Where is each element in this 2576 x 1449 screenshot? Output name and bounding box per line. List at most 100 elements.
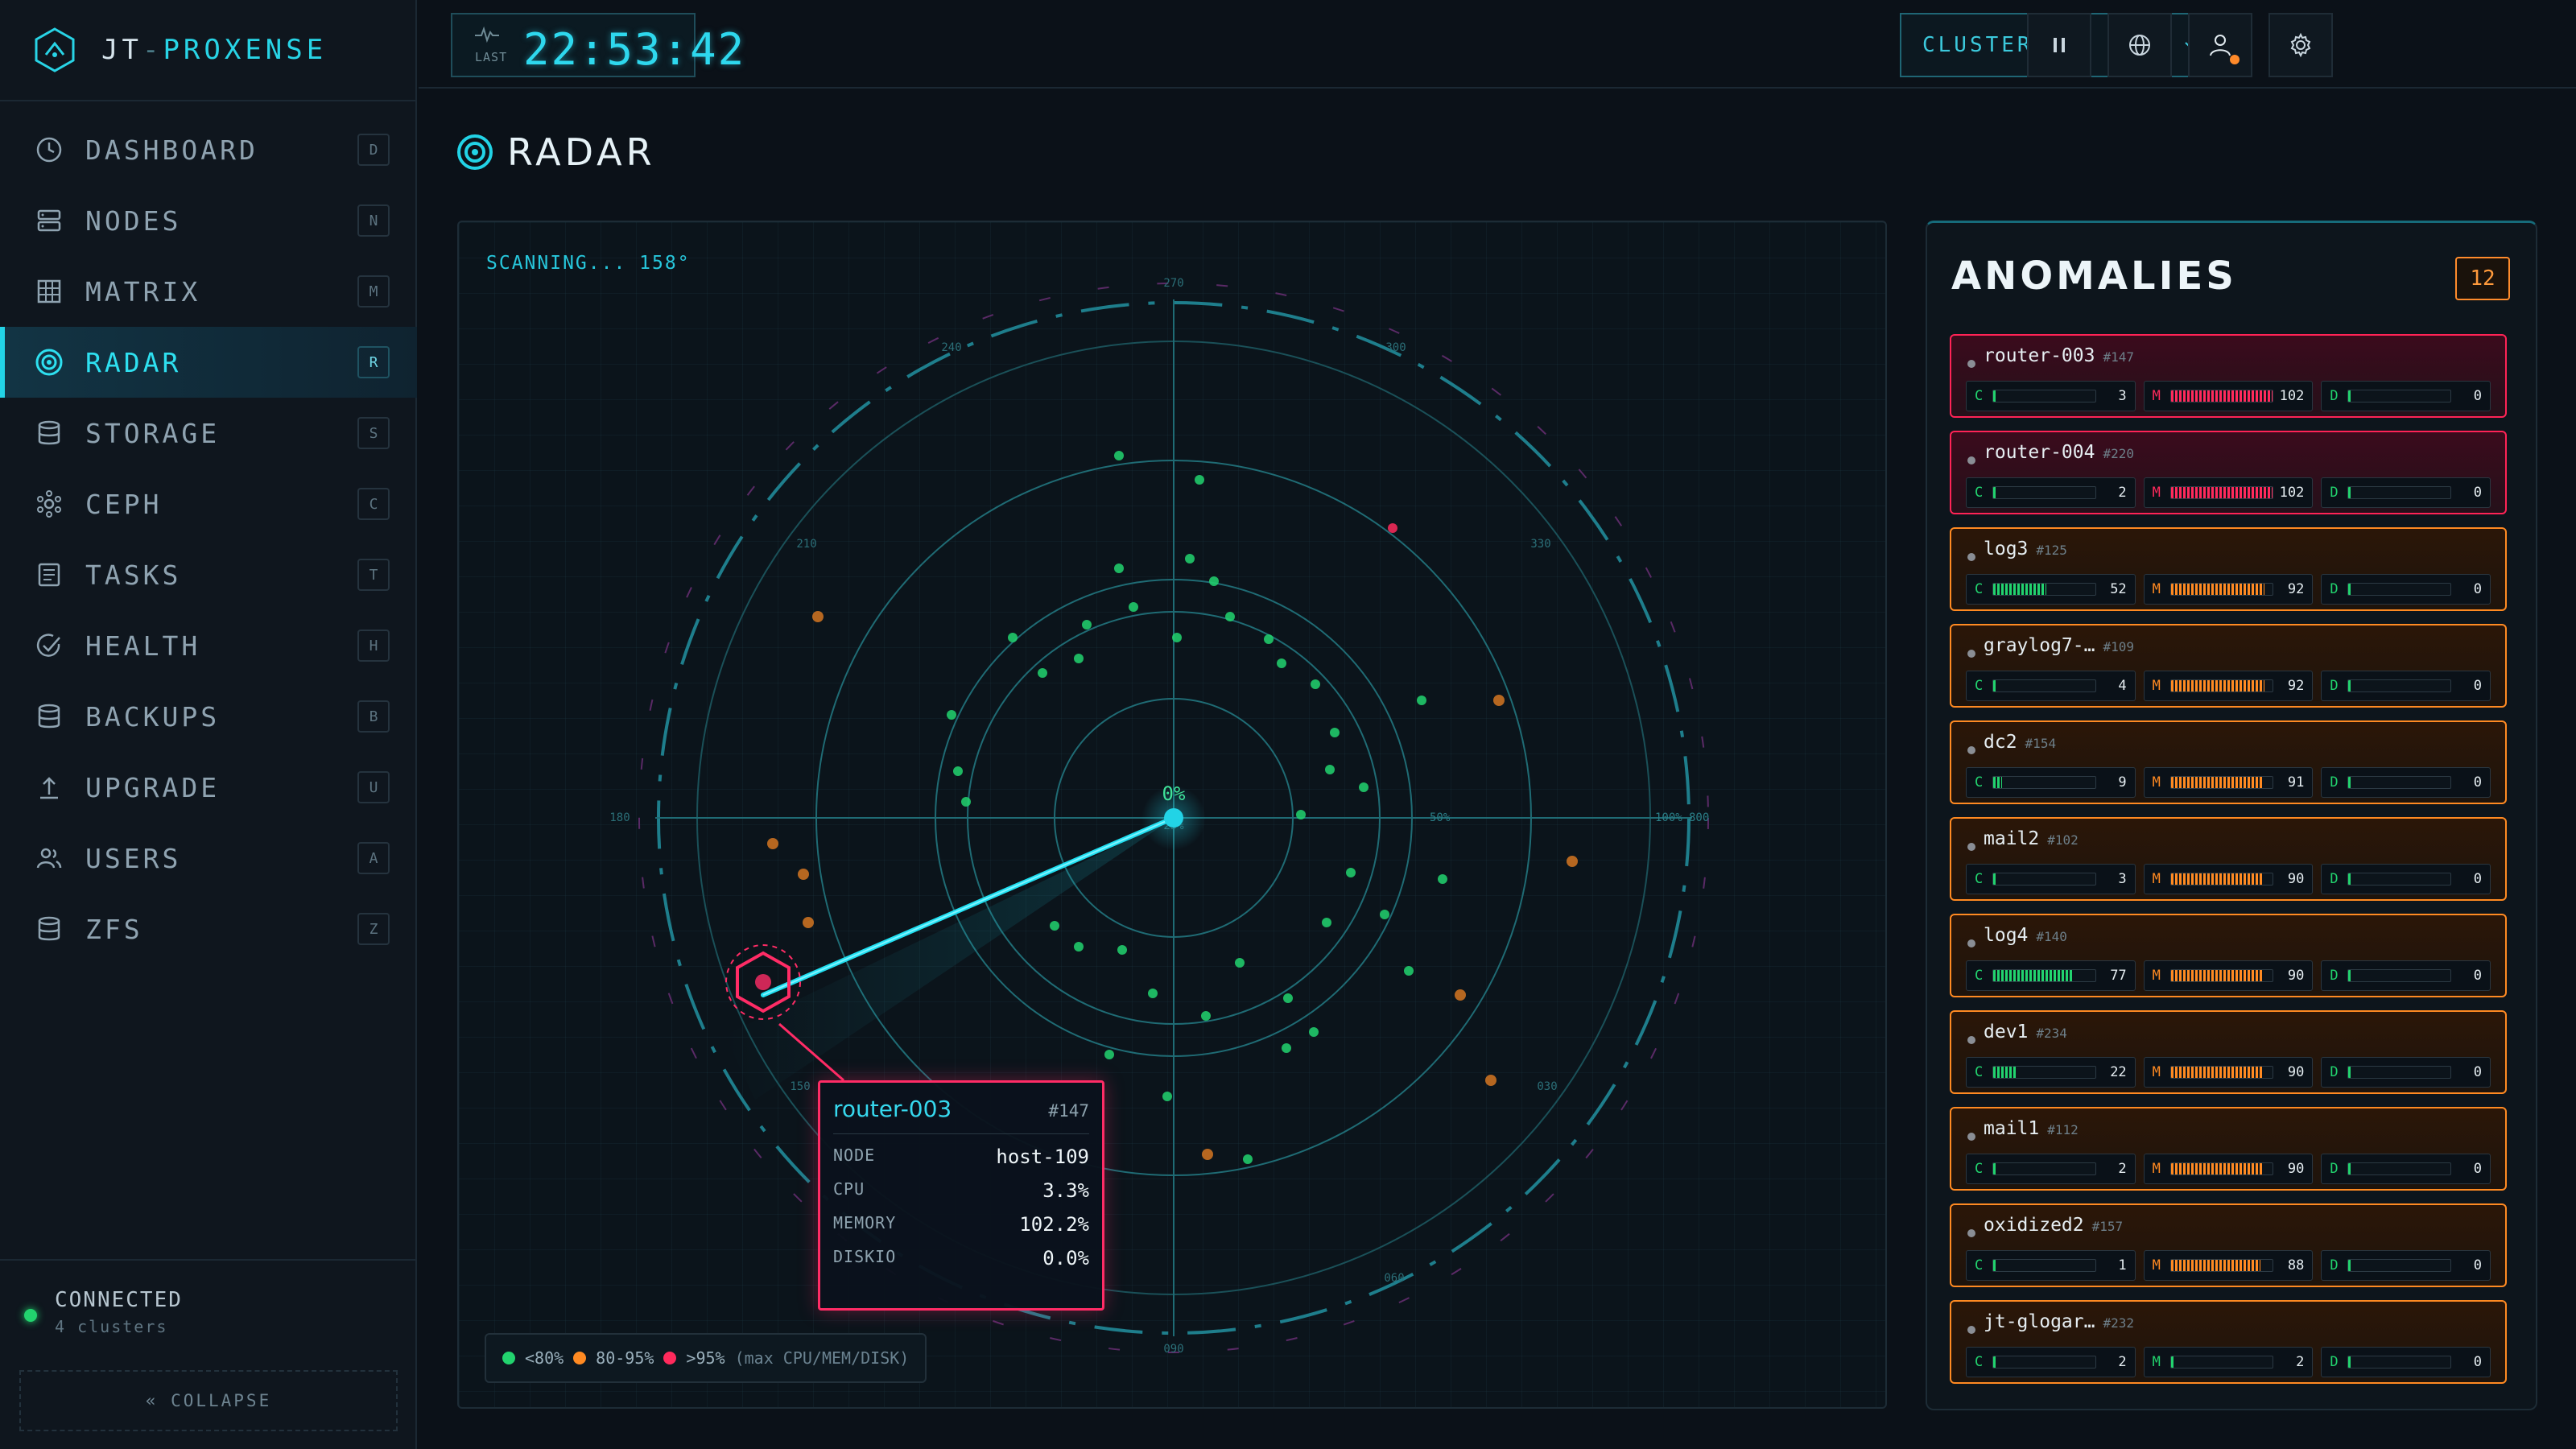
node-blip[interactable] (1277, 658, 1286, 668)
collapse-button[interactable]: « COLLAPSE (19, 1370, 398, 1431)
node-blip[interactable] (1185, 554, 1195, 564)
node-blip[interactable] (1282, 1043, 1291, 1053)
node-blip[interactable] (1380, 910, 1389, 919)
pause-button[interactable] (2027, 13, 2091, 77)
shortcut-key: R (357, 346, 390, 378)
node-blip[interactable] (1235, 958, 1245, 968)
node-blip[interactable] (1264, 634, 1274, 644)
node-blip[interactable] (803, 917, 814, 928)
node-blip[interactable] (1129, 602, 1138, 612)
node-blip[interactable] (812, 611, 824, 622)
angle-label-270: 270 (1163, 277, 1183, 290)
metric-letter: D (2330, 485, 2339, 501)
sidebar-item-health[interactable]: HEALTH H (0, 610, 417, 681)
gear-icon (2290, 32, 2311, 58)
database-icon (32, 416, 66, 450)
sidebar-item-label: NODES (85, 204, 182, 237)
anomaly-card[interactable]: graylog7-… #109 C 4 M 92 D 0 (1950, 624, 2507, 708)
anomaly-name: router-004 (1984, 442, 2095, 463)
sidebar-item-backups[interactable]: BACKUPS B (0, 681, 417, 752)
shortcut-key: N (357, 204, 390, 237)
node-blip[interactable] (1162, 1092, 1172, 1101)
node-blip[interactable] (1388, 523, 1397, 533)
node-blip[interactable] (1050, 921, 1059, 931)
metric-track (1992, 1066, 2096, 1079)
metric-value: 90 (2287, 1064, 2305, 1080)
node-blip[interactable] (1455, 989, 1466, 1001)
sidebar-item-matrix[interactable]: MATRIX M (0, 256, 417, 327)
node-blip[interactable] (1417, 696, 1426, 705)
node-blip[interactable] (1438, 874, 1447, 884)
node-blip[interactable] (1195, 475, 1204, 485)
user-button[interactable] (2188, 13, 2252, 77)
metric-fill (1993, 1067, 2016, 1078)
sidebar-item-users[interactable]: USERS A (0, 823, 417, 894)
node-blip[interactable] (1172, 633, 1182, 642)
angle-label-210: 210 (796, 538, 816, 551)
node-blip[interactable] (1148, 989, 1158, 998)
node-blip[interactable] (1114, 564, 1124, 573)
node-blip[interactable] (1038, 668, 1047, 678)
sidebar-item-tasks[interactable]: TASKS T (0, 539, 417, 610)
metric-value: 102 (2279, 485, 2305, 501)
node-blip[interactable] (1283, 993, 1293, 1003)
anomaly-card[interactable]: dc2 #154 C 9 M 91 D 0 (1950, 720, 2507, 804)
node-blip[interactable] (1104, 1050, 1114, 1059)
node-blip[interactable] (1225, 612, 1235, 621)
node-blip[interactable] (1201, 1011, 1211, 1021)
node-blip[interactable] (953, 766, 963, 776)
sidebar-item-zfs[interactable]: ZFS Z (0, 894, 417, 964)
node-blip[interactable] (767, 838, 778, 849)
language-button[interactable] (2107, 13, 2172, 77)
sidebar-item-upgrade[interactable]: UPGRADE U (0, 752, 417, 823)
anomaly-card[interactable]: dev1 #234 C 22 M 90 D 0 (1950, 1010, 2507, 1094)
node-blip[interactable] (1209, 576, 1219, 586)
node-blip[interactable] (947, 710, 956, 720)
anomaly-card[interactable]: log3 #125 C 52 M 92 D 0 (1950, 527, 2507, 611)
logo[interactable]: JT-PROXENSE (0, 0, 417, 101)
node-blip[interactable] (1485, 1075, 1496, 1086)
memory-metric: M2 (2143, 1347, 2314, 1377)
anomaly-card[interactable]: log4 #140 C 77 M 90 D 0 (1950, 914, 2507, 997)
node-blip[interactable] (1346, 868, 1356, 877)
sidebar-item-radar[interactable]: RADAR R (0, 327, 417, 398)
node-blip[interactable] (1243, 1154, 1253, 1164)
node-blip[interactable] (961, 797, 971, 807)
node-blip[interactable] (1493, 695, 1505, 706)
node-blip[interactable] (1082, 620, 1092, 630)
metric-fill (2170, 390, 2273, 402)
anomaly-card[interactable]: jt-glogar… #232 C 2 M 2 D 0 (1950, 1300, 2507, 1384)
legend-note: (max CPU/MEM/DISK) (734, 1348, 910, 1368)
node-blip[interactable] (1296, 810, 1306, 819)
node-blip[interactable] (1309, 1027, 1319, 1037)
node-blip[interactable] (1330, 728, 1340, 737)
node-blip[interactable] (1117, 945, 1127, 955)
node-blip[interactable] (1114, 451, 1124, 460)
node-blip[interactable] (1567, 856, 1578, 867)
metric-value: 90 (2287, 871, 2305, 887)
node-blip[interactable] (798, 869, 809, 880)
check-circle-icon (32, 629, 66, 663)
node-blip[interactable] (1074, 654, 1084, 663)
anomaly-card[interactable]: mail2 #102 C 3 M 90 D 0 (1950, 817, 2507, 901)
node-blip[interactable] (1074, 942, 1084, 952)
node-blip[interactable] (1359, 782, 1368, 792)
sidebar-item-nodes[interactable]: NODES N (0, 185, 417, 256)
shortcut-key: D (357, 134, 390, 166)
node-blip[interactable] (1325, 765, 1335, 774)
node-blip[interactable] (1202, 1149, 1213, 1160)
node-blip[interactable] (1322, 918, 1331, 927)
sidebar-item-ceph[interactable]: CEPH C (0, 469, 417, 539)
node-blip[interactable] (1311, 679, 1320, 689)
anomalies-panel: ANOMALIES 12 router-003 #147 C 3 M 102 D 0 route… (1926, 221, 2537, 1410)
node-blip[interactable] (1008, 633, 1018, 642)
radar-scope: 270 240 300 210 330 180 150 030 060 090 0% 25% 50… (609, 277, 1709, 1356)
settings-button[interactable] (2268, 13, 2333, 77)
anomaly-card[interactable]: mail1 #112 C 2 M 90 D 0 (1950, 1107, 2507, 1191)
sidebar-item-dashboard[interactable]: DASHBOARD D (0, 114, 417, 185)
anomaly-card[interactable]: router-003 #147 C 3 M 102 D 0 (1950, 334, 2507, 418)
anomaly-card[interactable]: oxidized2 #157 C 1 M 88 D 0 (1950, 1203, 2507, 1287)
sidebar-item-storage[interactable]: STORAGE S (0, 398, 417, 469)
node-blip[interactable] (1404, 966, 1414, 976)
anomaly-card[interactable]: router-004 #220 C 2 M 102 D 0 (1950, 431, 2507, 514)
